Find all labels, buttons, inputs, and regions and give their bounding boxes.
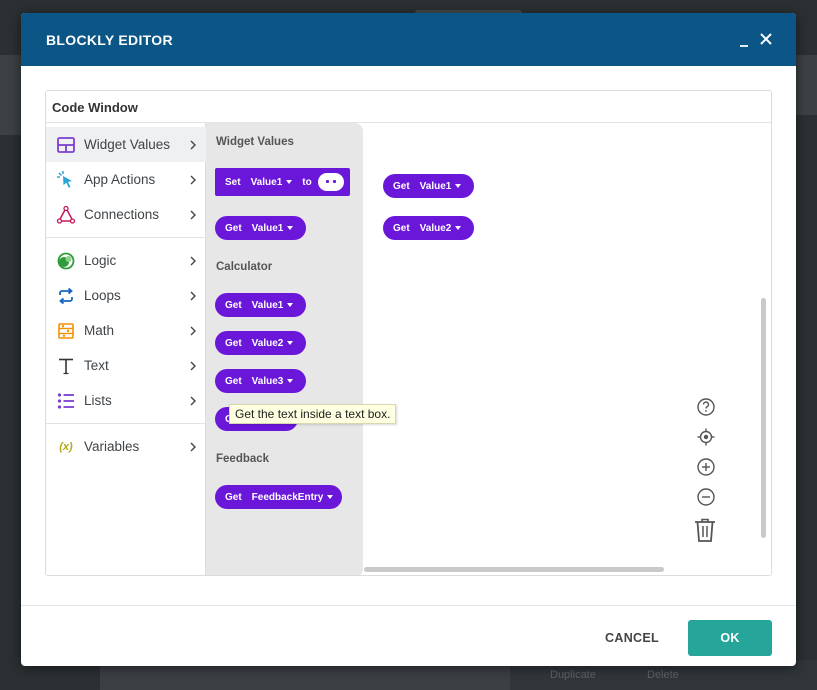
toolbox-label: Widget Values xyxy=(84,137,171,152)
dialog-header: BLOCKLY EDITOR xyxy=(21,13,796,66)
workspace-vertical-scrollbar[interactable] xyxy=(761,298,766,538)
footer-divider xyxy=(21,605,796,606)
field-dropdown[interactable]: Value1 xyxy=(252,300,294,311)
get-value-block[interactable]: Get Value3 xyxy=(215,369,306,393)
toolbox-separator xyxy=(46,423,206,424)
chevron-right-icon xyxy=(188,325,198,337)
chevron-right-icon xyxy=(188,441,198,453)
zoom-out-icon xyxy=(697,488,715,506)
close-icon xyxy=(760,33,772,45)
blockly-workspace[interactable]: Get Value1 Get Value2 xyxy=(363,123,771,575)
field-dropdown[interactable]: Value2 xyxy=(420,223,462,234)
zoom-in-icon xyxy=(697,458,715,476)
code-window-title: Code Window xyxy=(52,100,138,115)
field-dropdown[interactable]: Value1 xyxy=(251,177,293,188)
dropdown-caret-icon xyxy=(455,226,462,230)
dropdown-caret-icon xyxy=(455,184,462,188)
toolbox-item-loops[interactable]: Loops xyxy=(46,278,206,313)
toolbox-label: Connections xyxy=(84,207,160,222)
field-dropdown[interactable]: Value2 xyxy=(252,338,294,349)
toolbox-label: Math xyxy=(84,323,115,338)
field-dropdown[interactable]: Value1 xyxy=(420,181,462,192)
get-value-block[interactable]: Get Value1 xyxy=(215,216,306,240)
math-icon xyxy=(56,321,76,341)
backdrop-delete-label: Delete xyxy=(647,669,679,681)
toolbox-label: App Actions xyxy=(84,172,156,187)
chevron-right-icon xyxy=(188,360,198,372)
workspace-horizontal-scrollbar[interactable] xyxy=(364,567,664,572)
get-value-block[interactable]: Get Value2 xyxy=(215,331,306,355)
toolbox-label: Variables xyxy=(84,439,140,454)
logic-icon xyxy=(56,251,76,271)
dropdown-caret-icon xyxy=(287,303,294,307)
flyout-heading: Widget Values xyxy=(216,136,294,148)
trash-button[interactable] xyxy=(693,517,717,543)
toolbox-item-variables[interactable]: (x) Variables xyxy=(46,429,206,464)
dropdown-caret-icon xyxy=(286,180,293,184)
dropdown-caret-icon xyxy=(327,495,334,499)
cancel-button[interactable]: CANCEL xyxy=(597,620,667,656)
recenter-icon xyxy=(697,428,715,446)
widget-values-icon xyxy=(56,135,76,155)
toolbox-item-connections[interactable]: Connections xyxy=(46,197,206,232)
get-value-block[interactable]: Get Value1 xyxy=(215,293,306,317)
toolbox-label: Lists xyxy=(84,393,112,408)
variables-icon: (x) xyxy=(59,440,73,453)
field-dropdown[interactable]: FeedbackEntry xyxy=(252,492,334,503)
toolbox-item-app-actions[interactable]: App Actions xyxy=(46,162,206,197)
dropdown-caret-icon xyxy=(287,341,294,345)
field-dropdown[interactable]: Value3 xyxy=(252,376,294,387)
toolbox-item-lists[interactable]: Lists xyxy=(46,383,206,418)
toolbox-item-math[interactable]: Math xyxy=(46,313,206,348)
text-icon xyxy=(56,356,76,376)
set-value-block[interactable]: Set Value1 to xyxy=(215,168,350,196)
block-tooltip: Get the text inside a text box. xyxy=(229,404,397,424)
toolbox-item-widget-values[interactable]: Widget Values xyxy=(46,127,206,162)
lists-icon xyxy=(56,391,76,411)
code-window: Code Window Widget Values App Actions Co… xyxy=(45,90,772,576)
close-button[interactable] xyxy=(756,28,776,50)
toolbox-separator xyxy=(46,237,206,238)
minimize-icon xyxy=(740,45,748,47)
loops-icon xyxy=(56,286,76,306)
backdrop-panel-right xyxy=(795,55,817,115)
dropdown-caret-icon xyxy=(287,379,294,383)
zoom-out-button[interactable] xyxy=(695,486,717,508)
get-feedback-entry-block[interactable]: Get FeedbackEntry xyxy=(215,485,342,509)
toolbox-label: Text xyxy=(84,358,109,373)
trash-icon xyxy=(695,518,715,542)
workspace-get-value2-block[interactable]: Get Value2 xyxy=(383,216,474,240)
backdrop-duplicate-label: Duplicate xyxy=(550,669,596,681)
text-input-slot[interactable] xyxy=(317,173,344,191)
workspace-get-value1-block[interactable]: Get Value1 xyxy=(383,174,474,198)
chevron-right-icon xyxy=(188,395,198,407)
flyout-heading: Feedback xyxy=(216,453,270,465)
cursor-click-icon xyxy=(56,170,76,190)
dialog-title: BLOCKLY EDITOR xyxy=(46,32,173,48)
toolbox-item-logic[interactable]: Logic xyxy=(46,243,206,278)
chevron-right-icon xyxy=(188,139,198,151)
ok-button[interactable]: OK xyxy=(688,620,772,656)
chevron-right-icon xyxy=(188,290,198,302)
help-button[interactable] xyxy=(695,396,717,418)
minimize-button[interactable] xyxy=(734,28,754,50)
chevron-right-icon xyxy=(188,209,198,221)
toolbox-item-text[interactable]: Text xyxy=(46,348,206,383)
chevron-right-icon xyxy=(188,174,198,186)
flyout-heading: Calculator xyxy=(216,261,273,273)
toolbox-label: Loops xyxy=(84,288,121,303)
backdrop-bottom-panel xyxy=(100,665,510,690)
connections-triangle-icon xyxy=(56,205,76,225)
chevron-right-icon xyxy=(188,255,198,267)
help-icon xyxy=(697,398,715,416)
toolbox-label: Logic xyxy=(84,253,117,268)
blockly-toolbox: Widget Values App Actions Connections Lo… xyxy=(46,123,206,575)
dropdown-caret-icon xyxy=(287,226,294,230)
field-dropdown[interactable]: Value1 xyxy=(252,223,294,234)
recenter-button[interactable] xyxy=(695,426,717,448)
block-flyout: Widget Values Set Value1 to Get Value1 C… xyxy=(206,123,363,575)
zoom-in-button[interactable] xyxy=(695,456,717,478)
